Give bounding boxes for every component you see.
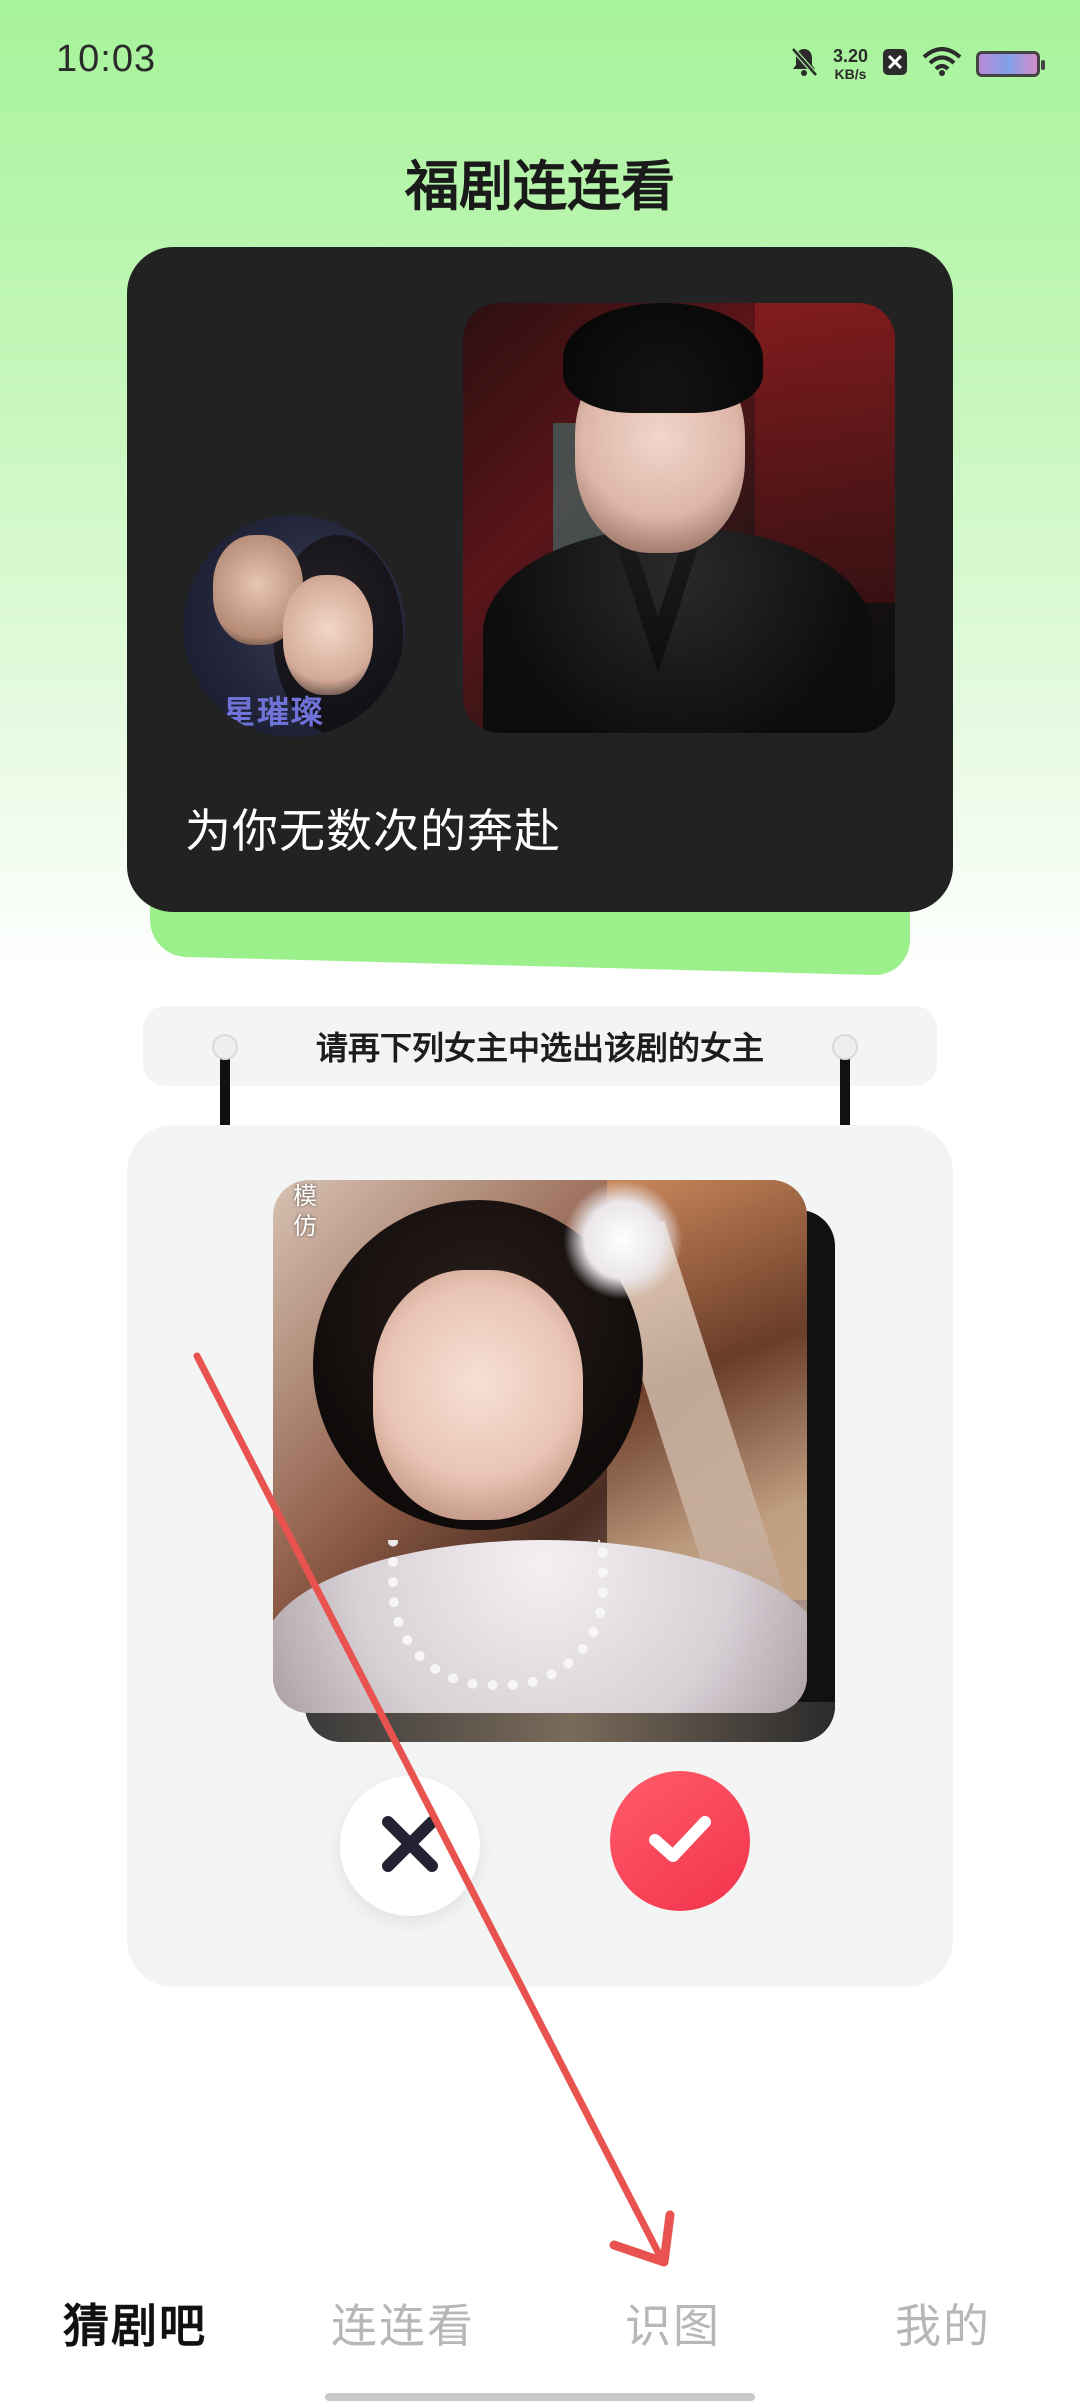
x-app-icon [882, 48, 908, 81]
tab-link-match[interactable]: 连连看 [303, 2290, 503, 2356]
status-time: 10:03 [56, 38, 157, 80]
poster-title-text: 星璀璨 [223, 693, 326, 731]
status-bar: 10:03 3.20 KB/s [0, 0, 1080, 120]
reject-button[interactable] [340, 1776, 480, 1916]
drama-poster-circle: 星璀璨 [183, 515, 405, 737]
candidate-headpiece [563, 1180, 683, 1300]
candidate-card[interactable]: 模仿 [273, 1180, 807, 1713]
status-icons: 3.20 KB/s [789, 40, 1045, 88]
poster-hair-main [563, 303, 763, 413]
poster-face-female [283, 575, 373, 695]
net-speed-unit: KB/s [834, 66, 867, 82]
accept-button[interactable] [610, 1771, 750, 1911]
check-icon [647, 1814, 713, 1869]
home-indicator[interactable] [325, 2393, 755, 2401]
tab-mine[interactable]: 我的 [843, 2290, 1043, 2356]
net-speed-value: 3.20 [832, 46, 868, 66]
tab-image-recognition[interactable]: 识图 [573, 2290, 773, 2356]
drama-poster-main [463, 303, 895, 733]
drama-card: 星璀璨 为你无数次的奔赴 [127, 247, 953, 912]
battery-icon [976, 51, 1045, 77]
candidate-face [373, 1270, 583, 1520]
drama-caption: 为你无数次的奔赴 [185, 805, 561, 857]
close-icon [378, 1812, 442, 1881]
tab-guess-drama[interactable]: 猜剧吧 [35, 2290, 235, 2356]
page-title: 福剧连连看 [405, 157, 675, 217]
bell-muted-icon [789, 46, 819, 83]
net-speed: 3.20 KB/s [833, 47, 868, 81]
candidate-watermark: 模仿 [293, 1183, 317, 1240]
instruction-banner: 请再下列女主中选出该剧的女主 [143, 1006, 937, 1086]
bottom-tab-bar: 猜剧吧 连连看 识图 我的 [0, 2290, 1080, 2380]
wifi-icon [922, 46, 962, 82]
